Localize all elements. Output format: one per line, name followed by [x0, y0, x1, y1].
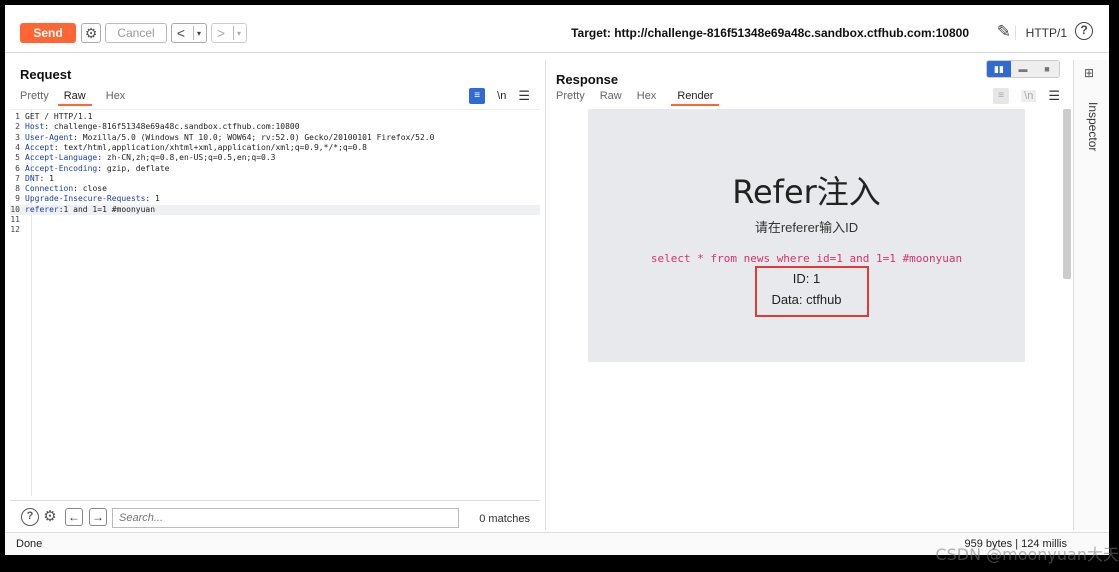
- match-count: 0 matches: [479, 513, 530, 525]
- rendered-heading: Refer注入: [732, 173, 881, 211]
- tab-render[interactable]: Render: [671, 90, 720, 106]
- target-url: Target: http://challenge-816f51348e69a48…: [571, 26, 969, 40]
- request-tabs: Pretty Raw Hex: [20, 90, 140, 106]
- help-icon[interactable]: ?: [1075, 22, 1093, 40]
- vertical-scrollbar[interactable]: [1063, 109, 1071, 279]
- send-button[interactable]: Send: [20, 23, 76, 43]
- tab-pretty[interactable]: Pretty: [556, 90, 600, 106]
- forward-button[interactable]: > ▾: [211, 23, 247, 43]
- request-pane: Request Pretty Raw Hex ≡ \n ☰ 1 GET / HTT…: [10, 60, 540, 530]
- menu-icon[interactable]: ☰: [1048, 88, 1060, 104]
- show-newlines-icon[interactable]: \n: [497, 90, 506, 102]
- request-line: 2 Host: challenge-816f51348e69a48c.sandbo…: [15, 122, 300, 132]
- gear-icon[interactable]: ⚙: [81, 23, 101, 43]
- tab-hex[interactable]: Hex: [637, 90, 672, 106]
- request-line: 4 Accept: text/html,application/xhtml+xml…: [15, 142, 367, 152]
- wrap-lines-icon[interactable]: ≡: [469, 88, 486, 104]
- rendered-page: Refer注入 请在referer输入ID select * from news…: [588, 109, 1025, 362]
- request-line: 12: [10, 225, 20, 235]
- rendered-sql-query: select * from news where id=1 and 1=1 #m…: [650, 252, 963, 265]
- rendered-id-line: ID: 1: [792, 271, 821, 286]
- response-title: Response: [556, 72, 619, 87]
- toolbar: Send ⚙ Cancel < ▾ > ▾ Target: http://chall…: [5, 5, 1109, 53]
- dropdown-icon[interactable]: ▾: [197, 29, 201, 38]
- http-version-button[interactable]: HTTP/1: [1014, 26, 1067, 40]
- search-bar: ? ⚙ ← → 0 matches: [10, 500, 540, 530]
- tab-raw[interactable]: Raw: [600, 90, 637, 106]
- request-editor[interactable]: 1 GET / HTTP/1.1 2 Host: challenge-816f513…: [10, 109, 540, 496]
- rendered-data-line: Data: ctfhub: [771, 292, 842, 307]
- request-line: 6 Accept-Encoding: gzip, deflate: [15, 163, 170, 173]
- request-title: Request: [20, 67, 72, 82]
- request-line: 1 GET / HTTP/1.1: [15, 112, 93, 121]
- response-pane: ▮▮ ▬ ■ Response Pretty Raw Hex Render ≡ …: [545, 60, 1071, 530]
- inspector-icon[interactable]: ⊞: [1084, 66, 1094, 80]
- menu-icon[interactable]: ☰: [518, 88, 530, 104]
- search-input[interactable]: [112, 508, 459, 528]
- layout-toggle: ▮▮ ▬ ■: [986, 60, 1060, 78]
- response-tabs: Pretty Raw Hex Render: [556, 90, 733, 106]
- help-icon[interactable]: ?: [21, 508, 39, 526]
- response-editor-icons: ≡ \n ☰: [993, 88, 1060, 104]
- layout-tabs-icon[interactable]: ■: [1035, 61, 1059, 77]
- request-line: 3 User-Agent: Mozilla/5.0 (Windows NT 10.…: [15, 132, 435, 142]
- tab-hex[interactable]: Hex: [106, 90, 141, 106]
- chevron-right-icon: >: [216, 25, 226, 41]
- previous-match-button[interactable]: ←: [65, 508, 83, 526]
- show-newlines-icon[interactable]: \n: [1021, 90, 1037, 102]
- request-line-active: 10 referer:1 and 1=1 #moonyuan: [10, 204, 540, 215]
- request-line: 9 Upgrade-Insecure-Requests: 1: [15, 194, 160, 204]
- request-line: 8 Connection: close: [15, 184, 107, 194]
- burp-repeater-window: Send ⚙ Cancel < ▾ > ▾ Target: http://chall…: [5, 5, 1109, 555]
- request-editor-icons: ≡ \n ☰: [469, 88, 530, 104]
- cancel-button[interactable]: Cancel: [105, 23, 167, 43]
- next-match-button[interactable]: →: [89, 508, 107, 526]
- render-view[interactable]: Refer注入 请在referer输入ID select * from news…: [546, 109, 1071, 530]
- request-line: 11: [10, 215, 20, 224]
- inspector-label[interactable]: Inspector: [1086, 102, 1100, 151]
- dropdown-icon[interactable]: ▾: [237, 29, 241, 38]
- back-button[interactable]: < ▾: [171, 23, 207, 43]
- request-line: 5 Accept-Language: zh-CN,zh;q=0.8,en-US;q…: [15, 153, 276, 163]
- request-line: 7 DNT: 1: [15, 173, 54, 183]
- gear-icon[interactable]: ⚙: [41, 508, 59, 526]
- inspector-sidebar[interactable]: ⊞ Inspector: [1073, 60, 1109, 530]
- layout-side-by-side-icon[interactable]: ▮▮: [987, 61, 1011, 77]
- layout-stacked-icon[interactable]: ▬: [1011, 61, 1035, 77]
- chevron-left-icon: <: [176, 25, 186, 41]
- rendered-subtitle: 请在referer输入ID: [754, 220, 859, 235]
- tab-raw[interactable]: Raw: [57, 90, 92, 106]
- wrap-lines-icon[interactable]: ≡: [993, 88, 1010, 104]
- status-text: Done: [16, 538, 43, 550]
- pencil-icon[interactable]: ✎: [997, 22, 1011, 42]
- watermark: CSDN @moonyuan大天: [935, 545, 1119, 564]
